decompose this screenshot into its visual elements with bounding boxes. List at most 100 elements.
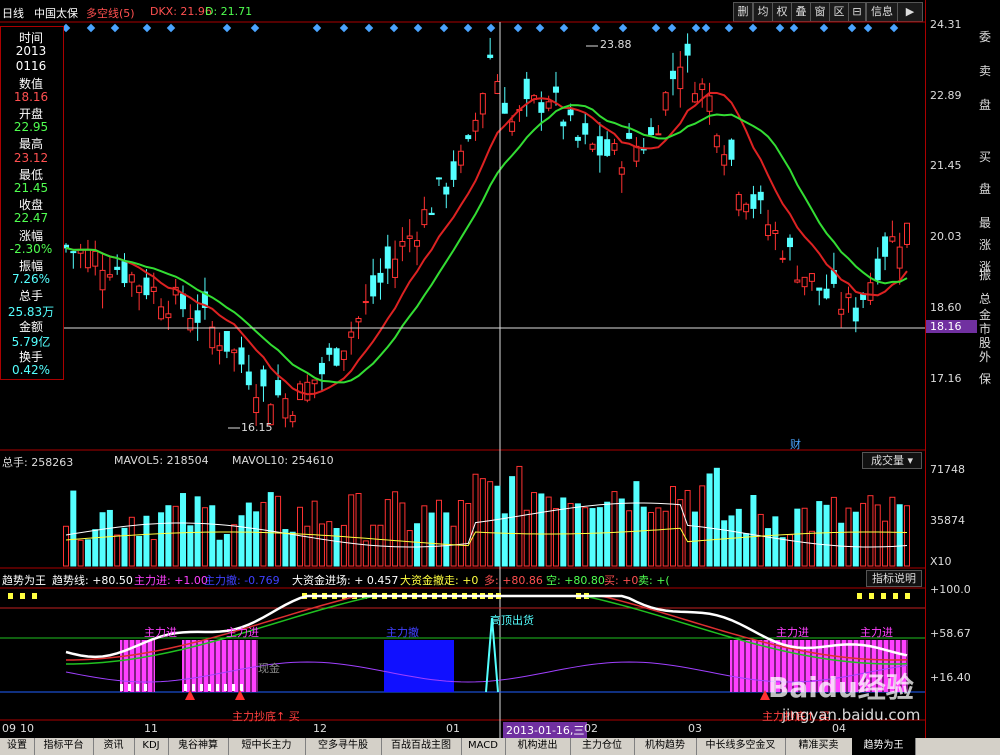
indicator-tab[interactable]: 中长线多空金叉 xyxy=(696,738,786,755)
candle-body xyxy=(348,331,355,338)
indicator-tab[interactable]: KDJ xyxy=(134,738,169,755)
volume-bar xyxy=(114,534,121,567)
bottom-tick xyxy=(232,684,235,691)
candle-body xyxy=(194,310,201,323)
candle-body xyxy=(121,261,128,284)
candle-body xyxy=(318,362,325,375)
volume-bar xyxy=(509,476,516,567)
side-quote-label: 盘 xyxy=(979,98,992,112)
watermark-url: jingyan.baidu.com xyxy=(782,706,921,724)
volume-bar xyxy=(487,481,494,567)
indicator-tab[interactable]: 精准买卖 xyxy=(785,738,853,755)
volume-bar xyxy=(231,524,238,567)
volume-indicator-dropdown[interactable]: 成交量 ▾ xyxy=(862,452,922,469)
volume-bar xyxy=(501,513,508,567)
volume-bar xyxy=(443,512,450,567)
candle-body xyxy=(150,286,157,292)
volume-tick: 35874 xyxy=(930,514,965,527)
candle-body xyxy=(604,139,611,156)
zhuli-out-zone xyxy=(384,640,454,692)
volume-bar xyxy=(852,511,859,567)
info-field: 22.47 xyxy=(13,211,49,226)
volume-bar xyxy=(713,467,720,567)
candle-body xyxy=(399,241,406,247)
candle-body xyxy=(882,236,889,257)
bottom-tick xyxy=(144,684,147,691)
candle-body xyxy=(823,288,830,299)
volume-bar xyxy=(896,504,903,567)
moving-average-line xyxy=(65,104,908,384)
volume-bar xyxy=(801,507,808,567)
candle-body xyxy=(611,143,618,151)
bottom-tick xyxy=(120,684,123,691)
trend-title: 趋势为王 xyxy=(2,574,46,587)
event-marker xyxy=(86,23,96,33)
candle-body xyxy=(779,257,786,260)
candle-body xyxy=(574,136,581,141)
indicator-tab[interactable]: 百战百战主图 xyxy=(381,738,462,755)
volume-bar xyxy=(158,512,165,567)
candle-body xyxy=(435,177,442,180)
price-tick: 21.45 xyxy=(930,159,962,172)
volume-bar xyxy=(406,530,413,567)
candle-body xyxy=(633,145,640,162)
indicator-tab[interactable]: MACD xyxy=(461,738,506,755)
candle-body xyxy=(560,121,567,127)
volume-bar xyxy=(560,497,567,567)
volume-tick: 71748 xyxy=(930,463,965,476)
indicator-tab[interactable]: 指标平台 xyxy=(34,738,94,755)
indicator-tab[interactable]: 机构进出 xyxy=(505,738,571,755)
candle-body xyxy=(340,350,347,360)
signal-marker xyxy=(881,593,886,599)
candle-body xyxy=(158,306,165,320)
indicator-help-button[interactable]: 指标说明 xyxy=(866,570,922,587)
cash-label: 现金 xyxy=(258,662,280,675)
volume-bar xyxy=(743,533,750,567)
volume-bar xyxy=(648,511,655,567)
candle-body xyxy=(626,132,633,139)
info-field: -2.30% xyxy=(9,241,53,256)
mavol5: MAVOL5: 218504 xyxy=(114,454,209,467)
candle-body xyxy=(238,347,245,365)
volume-bar xyxy=(172,505,179,567)
volume-bar xyxy=(706,473,713,567)
indicator-tab[interactable]: 主力仓位 xyxy=(570,738,635,755)
indicator-tab[interactable]: 机构趋势 xyxy=(634,738,697,755)
side-quote-label: 涨 xyxy=(979,238,992,252)
event-marker xyxy=(618,23,628,33)
date-tick: 09 xyxy=(2,722,16,735)
candle-body xyxy=(706,95,713,112)
indicator-tab[interactable]: 资讯 xyxy=(93,738,135,755)
finance-marker[interactable]: 财 xyxy=(790,436,801,452)
indicator-tab[interactable]: 鬼谷神算 xyxy=(168,738,229,755)
volume-bar xyxy=(882,520,889,567)
candle-body xyxy=(260,369,267,387)
candle-body xyxy=(472,119,479,132)
side-quote-label: 振 xyxy=(979,268,992,282)
side-quote-label: 买 xyxy=(979,150,992,164)
volume-bar xyxy=(860,502,867,567)
candle-body xyxy=(370,275,377,297)
candle-body xyxy=(618,167,625,175)
info-field: 23.12 xyxy=(13,150,49,165)
volume-bar xyxy=(435,499,442,567)
info-panel: 时间 2013 0116 数值 18.16 开盘 22.95 最高 23.12 最低 21.45 收盘… xyxy=(0,26,64,380)
candle-body xyxy=(487,54,494,58)
candle-body xyxy=(209,326,216,349)
indicator-tab[interactable]: 设置 xyxy=(0,738,35,755)
indicator-tab[interactable]: 空多寻牛股 xyxy=(305,738,382,755)
volume-bar xyxy=(180,493,187,567)
volume-bar xyxy=(728,515,735,567)
candle-body xyxy=(421,209,428,226)
volume-bar xyxy=(757,513,764,567)
candle-body xyxy=(838,308,845,315)
candle-body xyxy=(816,287,823,291)
candle-body xyxy=(684,43,691,56)
volume-bar xyxy=(830,496,837,567)
volume-bar xyxy=(84,539,91,567)
volume-bar xyxy=(794,508,801,567)
candle-body xyxy=(721,154,728,166)
indicator-tab[interactable]: 短中长主力 xyxy=(228,738,306,755)
trend-tick: +100.0 xyxy=(930,583,971,596)
indicator-tab[interactable]: 趋势为王 xyxy=(852,738,916,755)
